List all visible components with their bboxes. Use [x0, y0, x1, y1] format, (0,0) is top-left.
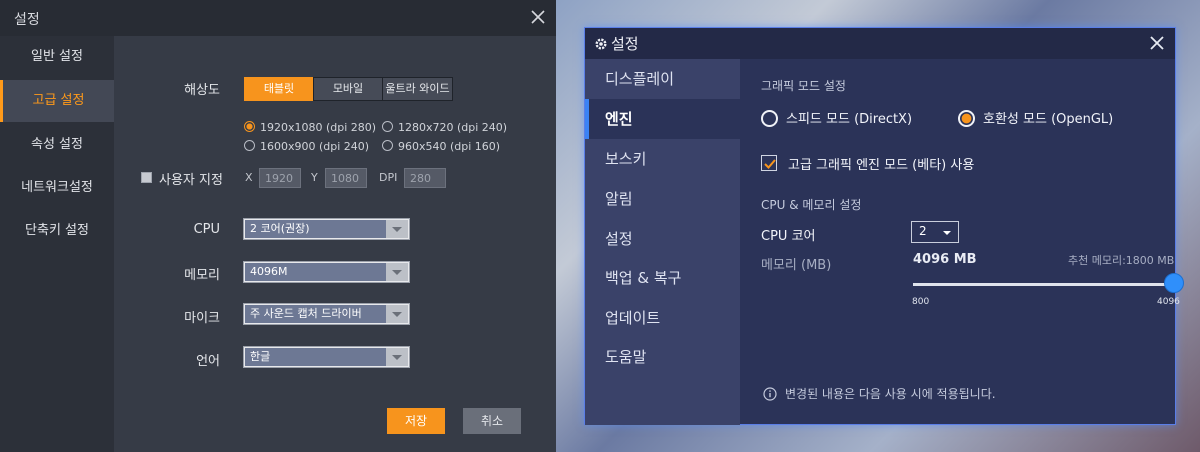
sidebar-item-update[interactable]: 업데이트 [585, 298, 740, 338]
memory-slider-track[interactable] [913, 283, 1174, 286]
tab-tablet[interactable]: 태블릿 [244, 77, 314, 101]
speed-mode-radio[interactable]: 스피드 모드 (DirectX) [761, 108, 912, 127]
sidebar-item-properties[interactable]: 속성 설정 [0, 124, 114, 166]
recommended-memory: 추천 메모리:1800 MB [1068, 254, 1175, 267]
memory-slider-thumb[interactable] [1164, 273, 1184, 293]
memory-value: 4096 MB [913, 252, 977, 267]
sidebar-item-display[interactable]: 디스플레이 [585, 59, 740, 99]
resolution-option-label: 1920x1080 (dpi 280) [260, 121, 377, 134]
checkmark-icon [764, 159, 776, 169]
sidebar: 일반 설정 고급 설정 속성 설정 네트워크설정 단축키 설정 [0, 36, 114, 452]
sidebar-item-bosskey[interactable]: 보스키 [585, 139, 740, 179]
compat-mode-radio[interactable]: 호환성 모드 (OpenGL) [958, 108, 1113, 127]
dpi-input[interactable] [404, 168, 446, 188]
memory-select[interactable]: 4096M [243, 261, 410, 283]
sidebar: 디스플레이 엔진 보스키 알림 설정 백업 & 복구 업데이트 도움말 [585, 59, 740, 425]
custom-resolution-checkbox[interactable] [141, 172, 152, 183]
chevron-down-icon [386, 263, 408, 281]
sidebar-item-help[interactable]: 도움말 [585, 337, 740, 377]
advanced-engine-checkbox[interactable] [761, 155, 777, 171]
title-bar: 설정 [0, 0, 556, 36]
resolution-option-label: 1280x720 (dpi 240) [398, 121, 508, 134]
close-icon[interactable] [528, 7, 548, 27]
settings-dialog: 설정 디스플레이 엔진 보스키 알림 설정 백업 & 복구 업데이트 도움말 그… [584, 27, 1184, 425]
sidebar-item-engine[interactable]: 엔진 [585, 99, 740, 139]
notice-text: 변경된 내용은 다음 사용 시에 적용됩니다. [785, 387, 996, 401]
y-label: Y [311, 171, 318, 184]
cpu-core-label: CPU 코어 [761, 229, 816, 244]
advanced-engine-label: 고급 그래픽 엔진 모드 (베타) 사용 [788, 158, 975, 173]
radio-icon [761, 110, 778, 127]
close-icon[interactable] [1147, 33, 1167, 53]
speed-mode-label: 스피드 모드 (DirectX) [786, 112, 913, 127]
language-label: 언어 [196, 354, 220, 369]
cancel-button[interactable]: 취소 [463, 408, 521, 434]
cpu-select[interactable]: 2 코어(권장) [243, 218, 410, 240]
resolution-option-1920[interactable]: 1920x1080 (dpi 280) [244, 121, 376, 134]
cpu-memory-section-title: CPU & 메모리 설정 [761, 198, 862, 212]
radio-icon [958, 110, 975, 127]
sidebar-item-general[interactable]: 일반 설정 [0, 36, 114, 78]
bluestacks-settings-window: 설정 디스플레이 엔진 보스키 알림 설정 백업 & 복구 업데이트 도움말 그… [556, 0, 1200, 452]
cpu-core-value: 2 [919, 224, 927, 238]
legacy-settings-window: 설정 일반 설정 고급 설정 속성 설정 네트워크설정 단축키 설정 해상도 태… [0, 0, 556, 452]
language-select[interactable]: 한글 [243, 346, 410, 368]
graphics-section-title: 그래픽 모드 설정 [761, 79, 846, 93]
cpu-core-select[interactable]: 2 [911, 221, 959, 243]
language-select-value: 한글 [245, 348, 386, 366]
memory-slider-fill [913, 283, 1174, 286]
info-icon [763, 386, 777, 405]
chevron-down-icon [386, 305, 408, 323]
cpu-select-value: 2 코어(권장) [245, 220, 386, 238]
memory-select-value: 4096M [245, 263, 386, 281]
resolution-option-label: 1600x900 (dpi 240) [260, 140, 370, 153]
radio-icon [382, 121, 393, 132]
resolution-label: 해상도 [184, 83, 220, 98]
sidebar-item-preferences[interactable]: 설정 [585, 219, 740, 259]
chevron-down-icon [386, 348, 408, 366]
memory-label: 메모리 (MB) [761, 258, 832, 273]
tab-mobile[interactable]: 모바일 [313, 77, 383, 101]
sidebar-item-backup[interactable]: 백업 & 복구 [585, 258, 740, 298]
x-label: X [245, 171, 253, 184]
window-title: 설정 [14, 12, 40, 28]
mic-select[interactable]: 주 사운드 캡처 드라이버 [243, 303, 410, 325]
resolution-option-960[interactable]: 960x540 (dpi 160) [382, 140, 500, 153]
resolution-option-1280[interactable]: 1280x720 (dpi 240) [382, 121, 507, 134]
window-title: 설정 [611, 35, 639, 53]
x-input[interactable] [259, 168, 301, 188]
title-bar: 설정 [585, 28, 1175, 59]
slider-min-label: 800 [912, 297, 930, 307]
save-button[interactable]: 저장 [387, 408, 445, 434]
radio-icon [244, 140, 255, 151]
gear-icon [594, 36, 608, 50]
y-input[interactable] [325, 168, 367, 188]
dpi-label: DPI [379, 171, 398, 184]
memory-label: 메모리 [184, 268, 220, 283]
mic-select-value: 주 사운드 캡처 드라이버 [245, 305, 386, 323]
chevron-down-icon [386, 220, 408, 238]
resolution-option-label: 960x540 (dpi 160) [398, 140, 501, 153]
radio-icon [244, 121, 255, 132]
cpu-label: CPU [193, 222, 220, 237]
radio-icon [382, 140, 393, 151]
slider-max-label: 4096 [1157, 297, 1180, 307]
compat-mode-label: 호환성 모드 (OpenGL) [983, 112, 1114, 127]
chevron-down-icon [943, 231, 951, 235]
sidebar-item-advanced[interactable]: 고급 설정 [0, 80, 114, 122]
sidebar-item-shortcuts[interactable]: 단축키 설정 [0, 210, 114, 252]
mic-label: 마이크 [184, 311, 220, 326]
custom-resolution-label: 사용자 지정 [159, 173, 223, 188]
sidebar-item-notifications[interactable]: 알림 [585, 179, 740, 219]
sidebar-item-network[interactable]: 네트워크설정 [0, 167, 114, 209]
resolution-option-1600[interactable]: 1600x900 (dpi 240) [244, 140, 369, 153]
tab-ultrawide[interactable]: 울트라 와이드 [382, 77, 453, 101]
